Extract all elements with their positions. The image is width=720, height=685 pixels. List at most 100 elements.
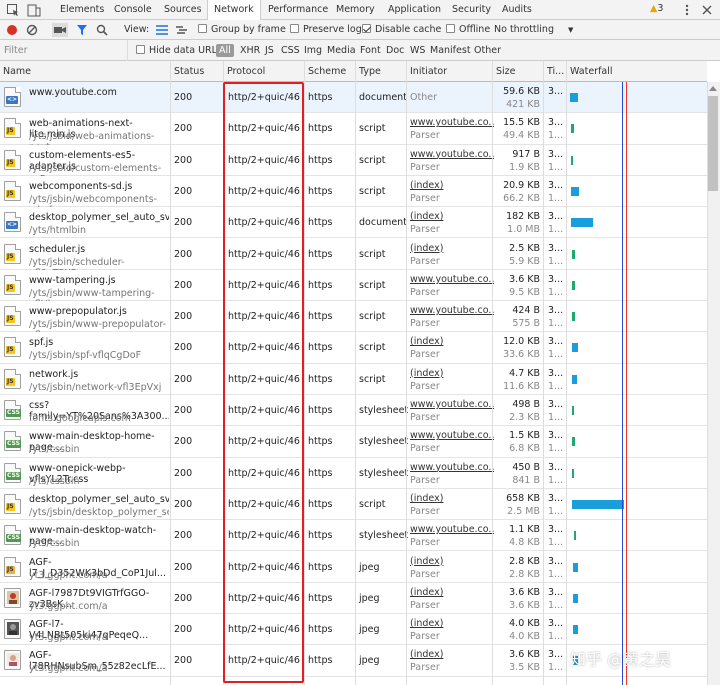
table-row[interactable]: <> www.youtube.com 200 http/2+quic/46 https d… [0, 82, 707, 114]
warning-counter[interactable]: ▲3 [650, 3, 663, 14]
waterfall-bar[interactable] [572, 406, 574, 415]
waterfall-bar[interactable] [572, 499, 624, 509]
disable-cache-checkbox[interactable] [362, 24, 371, 33]
waterfall-bar[interactable] [571, 124, 574, 134]
column-header-initiator[interactable]: Initiator [407, 61, 492, 82]
close-icon[interactable] [700, 3, 714, 17]
filter-input[interactable]: Filter [4, 40, 128, 61]
filter-type-media[interactable]: Media [327, 40, 356, 61]
waterfall-bar[interactable] [572, 312, 575, 322]
filter-type-img[interactable]: Img [304, 40, 322, 61]
throttling-select[interactable]: No throttling ▼ [494, 20, 573, 40]
table-row[interactable]: CSS www-onepick-webp-vflsYL2Tr.css/yts/cs… [0, 457, 707, 489]
column-header-protocol[interactable]: Protocol [224, 61, 304, 82]
waterfall-bar[interactable] [573, 593, 578, 603]
request-initiator[interactable]: www.youtube.co... [410, 117, 494, 128]
tab-application[interactable]: Application [388, 0, 441, 20]
request-initiator[interactable]: (index) [410, 211, 494, 222]
table-row[interactable]: AGF-l7-V4LNBt505ki47qPeqeQ... yt3.ggpht.c… [0, 614, 707, 646]
filter-type-js[interactable]: JS [265, 40, 274, 61]
request-initiator[interactable]: (index) [410, 556, 494, 567]
waterfall-bar[interactable] [571, 218, 593, 228]
tab-network[interactable]: Network [207, 0, 261, 21]
request-initiator[interactable]: (index) [410, 493, 494, 504]
tab-memory[interactable]: Memory [336, 0, 375, 20]
record-icon[interactable] [6, 24, 18, 36]
hide-data-urls-toggle[interactable]: Hide data URLs [136, 40, 222, 61]
table-row[interactable]: JS desktop_polymer_sel_auto_svg_.../yts/j… [0, 488, 707, 521]
search-icon[interactable] [96, 24, 108, 36]
waterfall-bar[interactable] [572, 468, 574, 478]
request-initiator[interactable]: (index) [410, 243, 494, 254]
tab-audits[interactable]: Audits [502, 0, 532, 20]
request-initiator[interactable]: (index) [410, 649, 494, 660]
capture-screenshots-icon[interactable] [52, 23, 68, 37]
request-initiator[interactable]: (index) [410, 618, 494, 629]
column-header-scheme[interactable]: Scheme [305, 61, 355, 82]
table-row[interactable]: JS spf.js/yts/jsbin/spf-vflqCgDoF 200 http/… [0, 332, 707, 364]
tab-sources[interactable]: Sources [164, 0, 202, 20]
overview-icon[interactable] [175, 24, 189, 36]
table-row[interactable]: CSS www-main-desktop-watch-page.../yts/cs… [0, 520, 707, 552]
waterfall-bar[interactable] [572, 437, 575, 447]
column-header-status[interactable]: Status [171, 61, 223, 82]
filter-type-doc[interactable]: Doc [386, 40, 404, 61]
table-row[interactable]: JS www-tampering.js/yts/jsbin/www-tamperi… [0, 269, 707, 310]
waterfall-bar[interactable] [574, 531, 576, 541]
column-header-time[interactable]: Ti... [544, 61, 566, 82]
request-initiator[interactable]: www.youtube.co... [410, 305, 494, 316]
group-by-frame-toggle[interactable]: Group by frame [198, 20, 286, 40]
scroll-up-arrow-icon[interactable] [709, 86, 717, 91]
request-initiator[interactable]: www.youtube.co... [410, 524, 494, 535]
preserve-log-toggle[interactable]: Preserve log [290, 20, 362, 40]
table-row[interactable]: <> desktop_polymer_sel_auto_svg_.../yts/h… [0, 207, 707, 239]
request-initiator[interactable]: (index) [410, 368, 494, 379]
waterfall-bar[interactable] [573, 562, 578, 572]
request-initiator[interactable]: www.youtube.co... [410, 274, 494, 285]
waterfall-bar[interactable] [572, 280, 575, 290]
filter-type-css[interactable]: CSS [281, 40, 300, 61]
table-row[interactable]: JS web-animations-next-lite.min.js/yts/js… [0, 113, 707, 153]
request-initiator[interactable]: (index) [410, 336, 494, 347]
filter-type-other[interactable]: Other [474, 40, 501, 61]
table-row[interactable]: JS AGF-l7_J_D352WK3bDd_CoP1Jul... yt3.ggph… [0, 551, 707, 583]
filter-icon[interactable] [76, 24, 88, 36]
filter-type-ws[interactable]: WS [410, 40, 425, 61]
scrollbar-thumb[interactable] [708, 96, 718, 191]
device-toolbar-icon[interactable] [27, 3, 41, 17]
request-initiator[interactable]: www.youtube.co... [410, 462, 494, 473]
filter-type-xhr[interactable]: XHR [240, 40, 260, 61]
filter-type-manifest[interactable]: Manifest [430, 40, 471, 61]
request-initiator[interactable]: www.youtube.co... [410, 149, 494, 160]
request-initiator[interactable]: (index) [410, 587, 494, 598]
disable-cache-toggle[interactable]: Disable cache [362, 20, 441, 40]
waterfall-bar[interactable] [573, 625, 578, 635]
waterfall-bar[interactable] [571, 186, 579, 196]
offline-toggle[interactable]: Offline [446, 20, 490, 40]
filter-type-all[interactable]: All [216, 44, 234, 57]
request-initiator[interactable]: www.youtube.co... [410, 399, 494, 410]
waterfall-bar[interactable] [571, 155, 573, 165]
column-header-name[interactable]: Name [0, 61, 170, 82]
column-header-type[interactable]: Type [356, 61, 406, 82]
offline-checkbox[interactable] [446, 24, 455, 33]
waterfall-bar[interactable] [572, 249, 575, 259]
table-row[interactable]: JS webcomponents-sd.js/yts/jsbin/webcompo… [0, 175, 707, 216]
tab-elements[interactable]: Elements [60, 0, 104, 20]
column-header-waterfall[interactable]: Waterfall [567, 61, 707, 82]
table-row[interactable]: AGF-l7987Dt9VIGTrfGGO-zv3BsK... yt3.ggpht… [0, 582, 707, 615]
large-rows-icon[interactable] [155, 24, 169, 36]
request-initiator[interactable]: (index) [410, 180, 494, 191]
table-row[interactable]: JS www-prepopulator.js/yts/jsbin/www-prep… [0, 301, 707, 341]
table-row[interactable]: JS custom-elements-es5-adapter.js/yts/jsb… [0, 144, 707, 185]
table-row[interactable]: CSS css?family=YT%20Sans%3A300... fonts.go… [0, 395, 707, 427]
waterfall-bar[interactable] [572, 374, 577, 384]
request-initiator[interactable]: www.youtube.co... [410, 430, 494, 441]
column-header-size[interactable]: Size [493, 61, 543, 82]
more-options-icon[interactable] [680, 3, 694, 17]
table-row[interactable]: JSscheduler.js/yts/jsbin/scheduler-vfl0n… [0, 238, 707, 279]
tab-performance[interactable]: Performance [268, 0, 328, 20]
table-row[interactable]: JS network.js/yts/jsbin/network-vfl3EpVxj… [0, 363, 707, 395]
waterfall-bar[interactable] [570, 93, 578, 102]
inspect-element-icon[interactable] [6, 3, 20, 17]
